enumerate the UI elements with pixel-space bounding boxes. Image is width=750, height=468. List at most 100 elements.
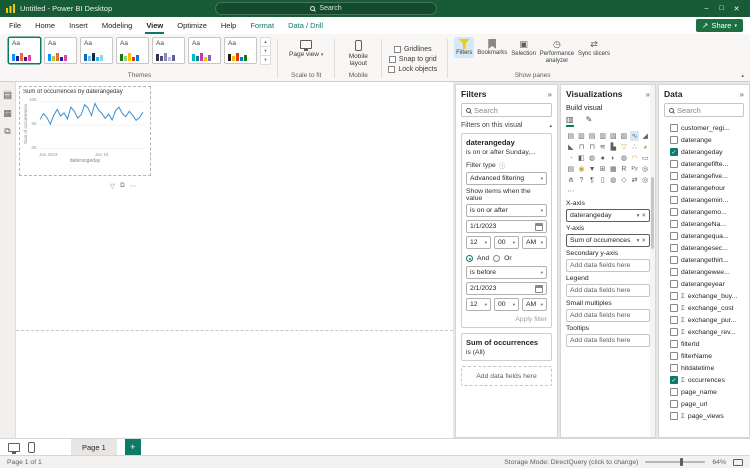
menu-tab-insert[interactable]: Insert	[62, 17, 95, 34]
format-visual-tab-icon[interactable]: ✎	[586, 115, 593, 127]
hour2-dropdown[interactable]: 12 ▾	[466, 298, 491, 311]
field-row-exchange-rev[interactable]: Σexchange_rev...	[664, 326, 744, 338]
filters-search-input[interactable]	[474, 105, 547, 115]
page-tab-page-1[interactable]: Page 1	[71, 438, 117, 456]
checkbox-row-lock-objects[interactable]: Lock objects	[388, 65, 437, 73]
slicer-icon[interactable]: ▼	[587, 164, 597, 174]
field-checkbox[interactable]	[670, 220, 678, 228]
field-checkbox[interactable]	[670, 292, 678, 300]
or-radio[interactable]	[493, 255, 501, 262]
theme-thumbnail-2[interactable]: Aa	[44, 37, 77, 64]
clustered-bar-chart-icon[interactable]: ▤	[587, 131, 597, 141]
checkbox-row-snap-to-grid[interactable]: Snap to grid	[388, 55, 437, 63]
smart-narrative-icon[interactable]: ¶	[587, 175, 597, 185]
global-search-box[interactable]: Search	[215, 2, 437, 15]
desktop-view-icon[interactable]	[8, 442, 20, 454]
collapse-pane-icon[interactable]: »	[740, 90, 744, 99]
storage-mode-label[interactable]: Storage Mode: DirectQuery (click to chan…	[504, 459, 638, 466]
field-row-daterangefive[interactable]: daterangefive...	[664, 170, 744, 182]
multi-row-card-icon[interactable]: ▤	[566, 164, 576, 174]
field-checkbox[interactable]	[670, 400, 678, 408]
menu-tab-optimize[interactable]: Optimize	[170, 17, 214, 34]
field-row-daterangemo[interactable]: daterangemo...	[664, 206, 744, 218]
page-view-button[interactable]: Page view ▾	[284, 37, 328, 59]
minute1-dropdown[interactable]: 00 ▾	[494, 236, 519, 249]
collapse-pane-icon[interactable]: »	[548, 90, 552, 99]
zoom-slider[interactable]	[645, 458, 706, 466]
well-y-axis-field-pill[interactable]: Sum of occurrences ▾ ✕	[566, 234, 650, 247]
get-more-visuals-icon[interactable]: ⋯	[566, 186, 576, 196]
data-search-input[interactable]	[677, 105, 739, 115]
menu-tab-help[interactable]: Help	[214, 17, 243, 34]
well-legend-dropzone[interactable]: Add data fields here	[566, 284, 650, 297]
kpi-icon[interactable]: ◉	[577, 164, 587, 174]
field-row-daterangewee[interactable]: daterangewee...	[664, 266, 744, 278]
r-script-visual-icon[interactable]: R	[619, 164, 629, 174]
paginated-report-icon[interactable]: ▯	[598, 175, 608, 185]
menu-tab-data-drill[interactable]: Data / Drill	[281, 17, 330, 34]
clustered-column-chart-icon[interactable]: ▥	[598, 131, 608, 141]
field-row-hitdatetime[interactable]: hitdatetime	[664, 362, 744, 374]
gauge-icon[interactable]: ◠	[630, 153, 640, 163]
snap-to-grid-checkbox[interactable]	[388, 55, 396, 63]
scrollbar-thumb[interactable]	[651, 176, 654, 249]
field-row-page-url[interactable]: page_url	[664, 398, 744, 410]
shape-map-icon[interactable]: ◐	[609, 153, 619, 163]
well-tooltips-dropzone[interactable]: Add data fields here	[566, 334, 650, 347]
field-checkbox[interactable]	[670, 340, 678, 348]
bookmarks-button[interactable]: Bookmarks	[476, 37, 508, 58]
field-row-daterangesec[interactable]: daterangesec...	[664, 242, 744, 254]
performance-analyzer-button[interactable]: ◷ Performance analyzer	[539, 37, 575, 65]
matrix-icon[interactable]: ▦	[609, 164, 619, 174]
condition2-dropdown[interactable]: is before ▾	[466, 266, 547, 279]
model-view-icon[interactable]: ⧉	[4, 126, 10, 136]
donut-chart-icon[interactable]: ◔	[566, 153, 576, 163]
fit-to-page-icon[interactable]	[733, 458, 743, 466]
menu-tab-format[interactable]: Format	[243, 17, 281, 34]
field-checkbox[interactable]	[670, 172, 678, 180]
ampm2-dropdown[interactable]: AM ▾	[522, 298, 547, 311]
field-row-daterangemin[interactable]: daterangemin...	[664, 194, 744, 206]
condition1-dropdown[interactable]: is on or after ▾	[466, 204, 547, 217]
azure-map-icon[interactable]: ◍	[619, 153, 629, 163]
field-row-daterangeday[interactable]: ✓ daterangeday	[664, 146, 744, 158]
arcgis-map-icon[interactable]: ◍	[609, 175, 619, 185]
more-options-icon[interactable]: ⋯	[130, 182, 137, 190]
field-row-daterange[interactable]: daterange	[664, 134, 744, 146]
menu-tab-view[interactable]: View	[139, 17, 170, 34]
date1-input[interactable]: 1/1/2023	[466, 220, 547, 233]
field-row-filtername[interactable]: filterName	[664, 350, 744, 362]
field-row-page-name[interactable]: page_name	[664, 386, 744, 398]
line-and-clustered-column-chart-icon[interactable]: ⊓	[587, 142, 597, 152]
filter-card-daterangeday[interactable]: daterangeday is on or after Sunday,... F…	[461, 133, 552, 328]
and-radio[interactable]	[466, 255, 473, 262]
100-stacked-column-chart-icon[interactable]: ▨	[619, 131, 629, 141]
apply-filter-button[interactable]: Apply filter	[515, 316, 547, 323]
field-checkbox[interactable]	[670, 232, 678, 240]
field-row-customer-regi[interactable]: customer_regi...	[664, 122, 744, 134]
theme-thumbnail-3[interactable]: Aa	[80, 37, 113, 64]
ampm1-dropdown[interactable]: AM ▾	[522, 236, 547, 249]
menu-tab-home[interactable]: Home	[28, 17, 62, 34]
remove-field-icon[interactable]: ✕	[641, 238, 646, 244]
zoom-slider-thumb[interactable]	[680, 458, 684, 466]
area-chart-icon[interactable]: ◢	[640, 131, 650, 141]
filter-type-dropdown[interactable]: Advanced filtering ▾	[466, 172, 547, 185]
field-row-filterid[interactable]: filterId	[664, 338, 744, 350]
field-checkbox[interactable]	[670, 316, 678, 324]
field-row-exchange-buy[interactable]: Σexchange_buy...	[664, 290, 744, 302]
pie-chart-icon[interactable]: ◕	[640, 142, 650, 152]
field-checkbox[interactable]	[670, 160, 678, 168]
filled-map-icon[interactable]: ●	[598, 153, 608, 163]
field-row-daterangefifte[interactable]: daterangefifte...	[664, 158, 744, 170]
stacked-area-chart-icon[interactable]: ◣	[566, 142, 576, 152]
field-row-exchange-cost[interactable]: Σexchange_cost	[664, 302, 744, 314]
hour1-dropdown[interactable]: 12 ▾	[466, 236, 491, 249]
gallery-more-icon[interactable]: ▾	[260, 56, 271, 65]
date2-input[interactable]: 2/1/2023	[466, 282, 547, 295]
waterfall-chart-icon[interactable]: ▙	[609, 142, 619, 152]
theme-thumbnail-4[interactable]: Aa	[116, 37, 149, 64]
lock-objects-checkbox[interactable]	[388, 65, 396, 73]
field-checkbox[interactable]	[670, 136, 678, 144]
selection-button[interactable]: ▣ Selection	[510, 37, 537, 59]
